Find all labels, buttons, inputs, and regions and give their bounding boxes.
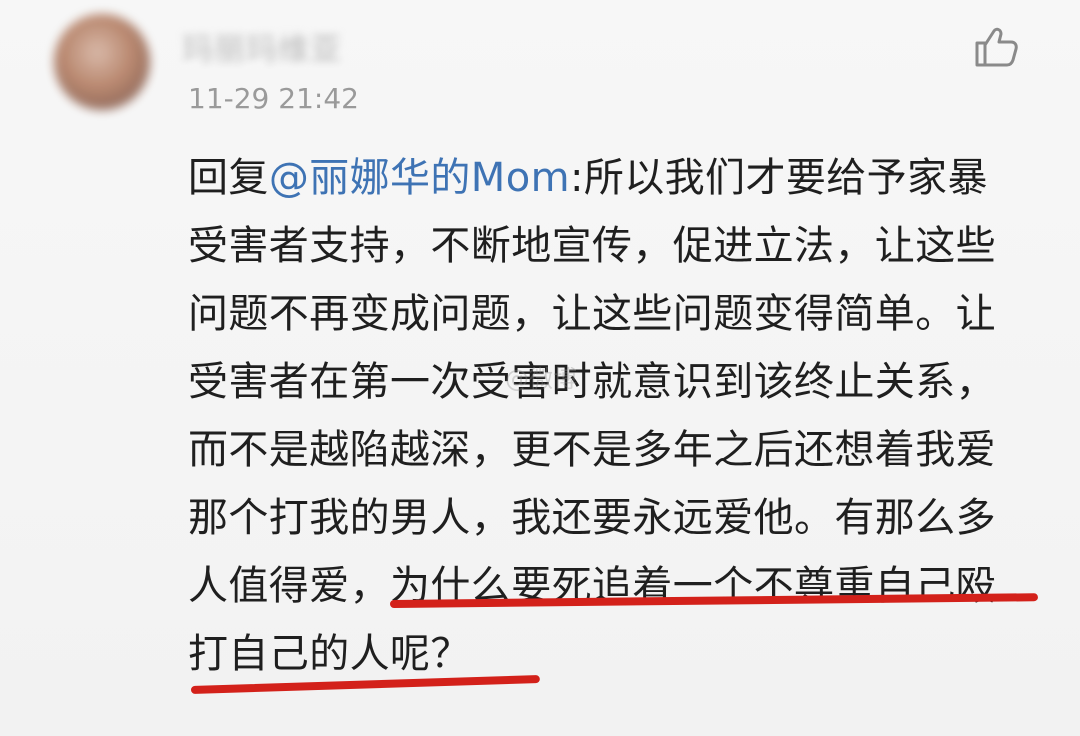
timestamp: 11-29 21:42 (188, 82, 359, 115)
reply-line-5: 而不是越陷越深，更不是多年之后还想着我爱 (188, 427, 996, 473)
reply-text-line-1: :所以我们才要给予家暴 (569, 155, 988, 201)
avatar[interactable] (54, 14, 150, 110)
username[interactable]: 玛丽玛维亚 (182, 24, 342, 69)
thumbs-up-icon (975, 27, 1018, 67)
reply-line-6: 那个打我的男人，我还要永远爱他。有那么多 (188, 495, 996, 541)
mention-link[interactable]: @丽娜华的Mom (269, 155, 570, 201)
reply-content: 回复@丽娜华的Mom:所以我们才要给予家暴 受害者支持，不断地宣传，促进立法，让… (188, 144, 1048, 688)
reply-prefix: 回复 (188, 155, 269, 201)
reply-line-8: 打自己的人呢？ (188, 631, 471, 677)
reply-line-1: 回复@丽娜华的Mom:所以我们才要给予家暴 (188, 144, 1048, 212)
reply-line-2: 受害者支持，不断地宣传，促进立法，让这些 (188, 223, 996, 269)
like-button[interactable] (972, 24, 1020, 68)
reply-line-7: 人值得爱，为什么要死追着一个不尊重自己殴 (188, 563, 996, 609)
reply-line-4: 受害者在第一次受害时就意识到该终止关系， (188, 359, 996, 405)
reply-line-3: 问题不再变成问题，让这些问题变得简单。让 (188, 291, 996, 337)
comment-card: 玛丽玛维亚 11-29 21:42 回复@丽娜华的Mom:所以我们才要给予家暴 … (0, 0, 1080, 736)
